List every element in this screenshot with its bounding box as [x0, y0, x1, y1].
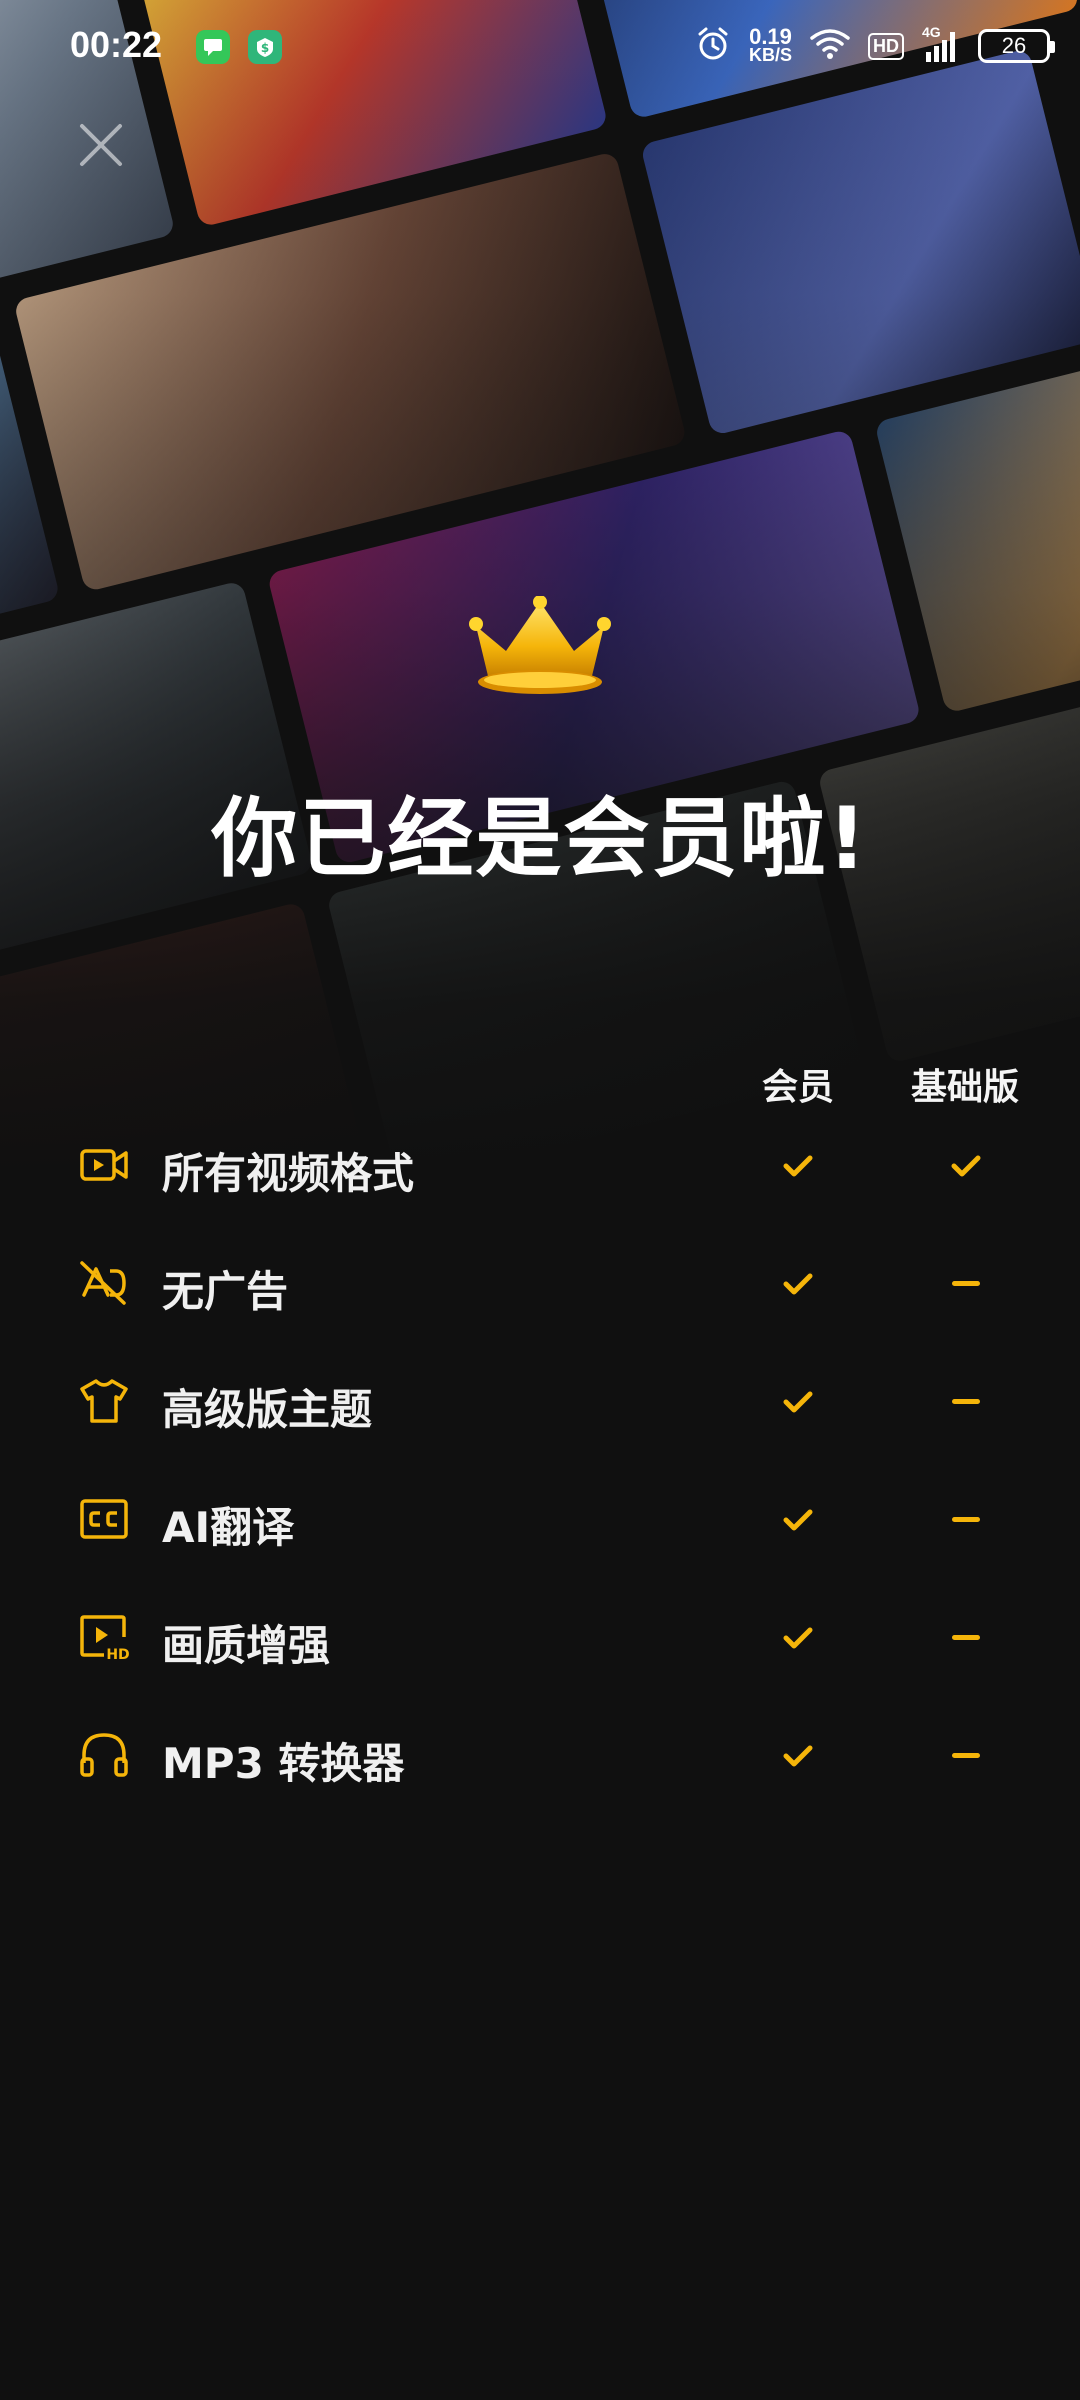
- hd-video-icon: HD: [78, 1611, 130, 1663]
- check-icon: [778, 1148, 818, 1184]
- video-camera-icon: [78, 1139, 130, 1191]
- feature-label: MP3 转换器: [162, 1739, 405, 1788]
- tshirt-icon: [78, 1375, 130, 1427]
- column-header-member: 会员: [761, 1067, 834, 1108]
- feature-label: 无广告: [162, 1267, 289, 1316]
- battery-level: 26: [1001, 33, 1027, 58]
- dash-icon: [952, 1635, 980, 1640]
- closed-caption-icon: [78, 1493, 130, 1545]
- network-speed-unit: KB/S: [748, 45, 792, 65]
- check-icon: [778, 1738, 818, 1774]
- check-icon: [778, 1620, 818, 1656]
- feature-row-premium-themes: 高级版主题: [0, 1360, 1080, 1440]
- status-bar: 00:22 $ 0.19 KB/S HD 4G 26: [0, 0, 1080, 96]
- close-icon: [80, 124, 122, 166]
- membership-headline: 你已经是会员啦!: [211, 789, 869, 889]
- network-speed: 0.19 KB/S: [748, 24, 792, 65]
- check-icon: [778, 1266, 818, 1302]
- dash-icon: [952, 1399, 980, 1404]
- message-app-icon: [196, 30, 230, 64]
- battery-indicator: 26: [978, 29, 1055, 63]
- alarm-icon: [695, 26, 731, 66]
- headphones-icon: [78, 1729, 130, 1781]
- cellular-signal-icon: 4G: [922, 24, 960, 64]
- column-header-basic: 基础版: [910, 1067, 1019, 1108]
- feature-label: 所有视频格式: [162, 1149, 415, 1198]
- money-app-icon: $: [248, 30, 282, 64]
- close-button[interactable]: [72, 116, 130, 174]
- check-icon: [778, 1384, 818, 1420]
- no-ads-icon: [78, 1257, 130, 1309]
- svg-text:HD: HD: [106, 1647, 129, 1663]
- feature-label: 画质增强: [162, 1621, 331, 1670]
- feature-row-ai-translate: AI翻译: [0, 1478, 1080, 1558]
- feature-label: AI翻译: [162, 1503, 295, 1552]
- status-time: 00:22: [70, 24, 163, 65]
- feature-row-quality-enhance: HD 画质增强: [0, 1596, 1080, 1676]
- dash-icon: [952, 1753, 980, 1758]
- status-indicators: 0.19 KB/S HD 4G 26: [695, 24, 1055, 66]
- check-icon: [946, 1148, 986, 1184]
- check-icon: [778, 1502, 818, 1538]
- dash-icon: [952, 1281, 980, 1286]
- feature-row-no-ads: 无广告: [0, 1242, 1080, 1322]
- svg-text:$: $: [261, 41, 269, 55]
- feature-row-video-formats: 所有视频格式: [0, 1124, 1080, 1204]
- wifi-icon: [810, 28, 850, 64]
- background-collage: [0, 0, 1080, 1180]
- feature-row-mp3-converter: MP3 转换器: [0, 1714, 1080, 1794]
- feature-label: 高级版主题: [162, 1385, 373, 1434]
- hd-indicator: HD: [868, 32, 904, 60]
- crown-icon: [466, 595, 614, 696]
- network-speed-value: 0.19: [749, 24, 792, 49]
- dash-icon: [952, 1517, 980, 1522]
- background-fade: [0, 0, 1080, 1180]
